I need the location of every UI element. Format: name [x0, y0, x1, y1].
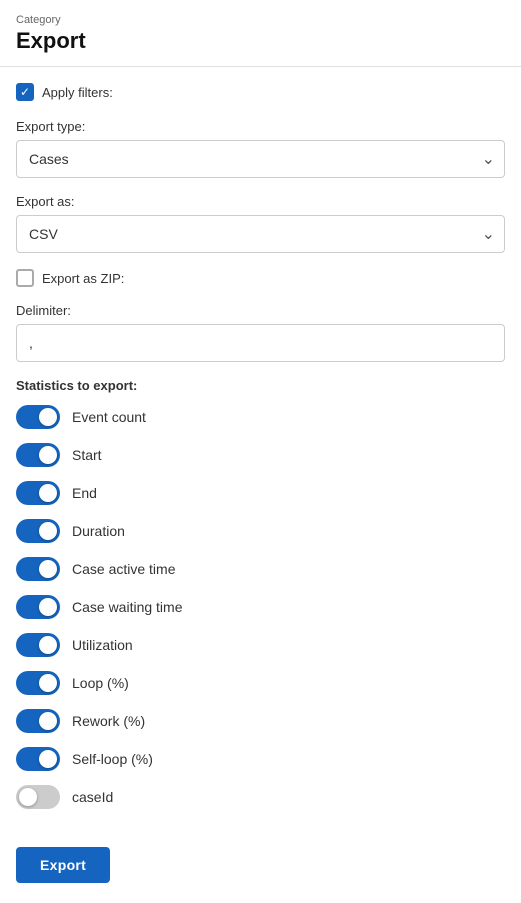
header: Category Export [0, 0, 521, 67]
statistics-section: Statistics to export: Event count Start … [16, 378, 505, 809]
export-zip-label: Export as ZIP: [42, 271, 124, 286]
export-type-select[interactable]: Cases Events Variants [16, 140, 505, 178]
case-active-time-toggle[interactable] [16, 557, 60, 581]
case-id-toggle[interactable] [16, 785, 60, 809]
loop-toggle[interactable] [16, 671, 60, 695]
end-label: End [72, 485, 97, 501]
utilization-label: Utilization [72, 637, 133, 653]
toggle-case-waiting-time: Case waiting time [16, 595, 505, 619]
content: ✓ Apply filters: Export type: Cases Even… [0, 67, 521, 903]
export-as-select-wrapper: CSV XLSX JSON ⌄ [16, 215, 505, 253]
export-type-select-wrapper: Cases Events Variants ⌄ [16, 140, 505, 178]
toggle-utilization: Utilization [16, 633, 505, 657]
start-label: Start [72, 447, 102, 463]
case-id-label: caseId [72, 789, 113, 805]
case-waiting-time-toggle[interactable] [16, 595, 60, 619]
delimiter-field: Delimiter: [16, 303, 505, 362]
category-label: Category [16, 14, 505, 26]
page-container: Category Export ✓ Apply filters: Export … [0, 0, 521, 903]
utilization-toggle[interactable] [16, 633, 60, 657]
checkmark-icon: ✓ [20, 86, 30, 98]
export-as-field: Export as: CSV XLSX JSON ⌄ [16, 194, 505, 253]
apply-filters-checkbox[interactable]: ✓ [16, 83, 34, 101]
export-zip-row: Export as ZIP: [16, 269, 505, 287]
apply-filters-row: ✓ Apply filters: [16, 83, 505, 101]
export-type-field: Export type: Cases Events Variants ⌄ [16, 119, 505, 178]
page-title: Export [16, 28, 505, 54]
self-loop-toggle[interactable] [16, 747, 60, 771]
rework-label: Rework (%) [72, 713, 145, 729]
toggle-duration: Duration [16, 519, 505, 543]
statistics-label: Statistics to export: [16, 378, 505, 393]
case-active-time-label: Case active time [72, 561, 175, 577]
delimiter-label: Delimiter: [16, 303, 505, 318]
toggle-case-active-time: Case active time [16, 557, 505, 581]
export-button[interactable]: Export [16, 847, 110, 883]
export-type-label: Export type: [16, 119, 505, 134]
toggle-start: Start [16, 443, 505, 467]
duration-toggle[interactable] [16, 519, 60, 543]
apply-filters-label: Apply filters: [42, 85, 113, 100]
self-loop-label: Self-loop (%) [72, 751, 153, 767]
duration-label: Duration [72, 523, 125, 539]
toggle-end: End [16, 481, 505, 505]
toggle-rework: Rework (%) [16, 709, 505, 733]
case-waiting-time-label: Case waiting time [72, 599, 183, 615]
toggle-self-loop: Self-loop (%) [16, 747, 505, 771]
toggle-event-count: Event count [16, 405, 505, 429]
export-zip-checkbox[interactable] [16, 269, 34, 287]
rework-toggle[interactable] [16, 709, 60, 733]
toggle-loop: Loop (%) [16, 671, 505, 695]
event-count-toggle[interactable] [16, 405, 60, 429]
start-toggle[interactable] [16, 443, 60, 467]
delimiter-input[interactable] [16, 324, 505, 362]
export-as-label: Export as: [16, 194, 505, 209]
event-count-label: Event count [72, 409, 146, 425]
export-as-select[interactable]: CSV XLSX JSON [16, 215, 505, 253]
loop-label: Loop (%) [72, 675, 129, 691]
toggle-case-id: caseId [16, 785, 505, 809]
end-toggle[interactable] [16, 481, 60, 505]
